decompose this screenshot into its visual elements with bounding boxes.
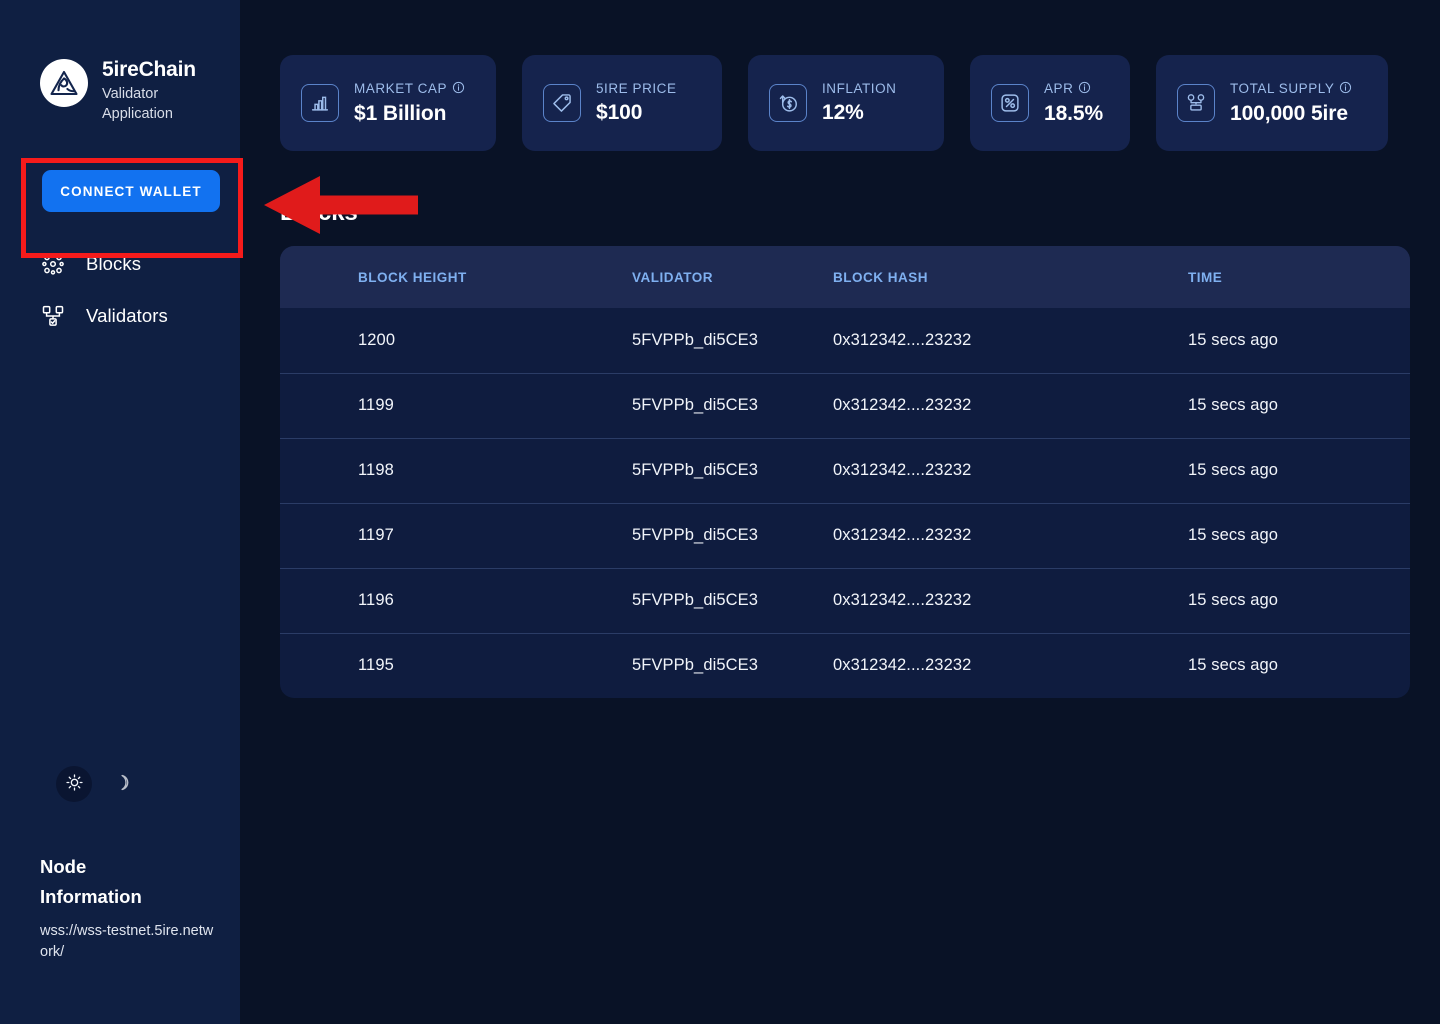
stat-label-text: MARKET CAP — [354, 81, 448, 96]
cell-block-height: 1197 — [358, 526, 394, 544]
table-row[interactable]: 1195 5FVPPb_di5CE3 0x312342....23232 15 … — [280, 633, 1410, 698]
table-row[interactable]: 1197 5FVPPb_di5CE3 0x312342....23232 15 … — [280, 503, 1410, 568]
cell-validator: 5FVPPb_di5CE3 — [632, 330, 759, 349]
cell-block-hash: 0x312342....23232 — [833, 656, 972, 675]
moon-icon — [115, 773, 134, 795]
stat-value: $100 — [596, 101, 643, 124]
stat-value: 100,000 5ire — [1230, 101, 1348, 125]
stat-card-total-supply: TOTAL SUPPLY 100,000 5ire — [1156, 55, 1388, 151]
info-icon[interactable] — [1078, 81, 1091, 97]
stats-row: MARKET CAP $1 Billion 5IRE PRICE $100 IN… — [280, 55, 1410, 151]
blocks-table-card: BLOCK HEIGHT VALIDATOR BLOCK HASH TIME 1… — [280, 246, 1410, 698]
stat-label: APR — [1044, 81, 1103, 97]
cell-block-hash: 0x312342....23232 — [833, 526, 972, 544]
column-header-time[interactable]: TIME — [1158, 246, 1410, 308]
cell-validator: 5FVPPb_di5CE3 — [632, 461, 759, 479]
brand-text: 5ireChain Validator Application — [102, 56, 212, 124]
brand: 5ireChain Validator Application — [0, 0, 240, 124]
column-header-block-height[interactable]: BLOCK HEIGHT — [280, 246, 555, 308]
cell-block-hash: 0x312342....23232 — [833, 330, 972, 349]
column-header-block-hash[interactable]: BLOCK HASH — [803, 246, 1158, 308]
cell-block-height: 1198 — [358, 461, 394, 479]
cell-time: 15 secs ago — [1188, 591, 1279, 609]
cell-time: 15 secs ago — [1188, 526, 1279, 544]
sidebar-item-validators[interactable]: Validators — [0, 290, 240, 342]
stat-texts: APR 18.5% — [1044, 81, 1103, 126]
node-information-url: wss://wss-testnet.5ire.network/ — [40, 923, 214, 961]
stat-label: 5IRE PRICE — [596, 81, 677, 96]
cell-block-height: 1196 — [358, 591, 394, 609]
stat-texts: TOTAL SUPPLY 100,000 5ire — [1230, 81, 1352, 126]
stat-label-text: 5IRE PRICE — [596, 81, 677, 96]
stat-label: INFLATION — [822, 81, 896, 96]
cell-validator: 5FVPPb_di5CE3 — [632, 656, 759, 675]
sidebar-nav: Blocks Validators — [0, 238, 240, 342]
cell-block-height: 1200 — [358, 330, 396, 349]
blocks-table: BLOCK HEIGHT VALIDATOR BLOCK HASH TIME 1… — [280, 246, 1410, 698]
validators-network-icon — [40, 303, 66, 329]
cell-block-height: 1195 — [358, 656, 394, 675]
cell-time: 15 secs ago — [1188, 656, 1279, 675]
sun-icon — [65, 773, 84, 795]
stat-texts: INFLATION 12% — [822, 81, 896, 125]
cell-block-hash: 0x312342....23232 — [833, 461, 972, 479]
stat-texts: 5IRE PRICE $100 — [596, 81, 677, 125]
sidebar-item-label: Blocks — [86, 253, 142, 275]
table-header-row: BLOCK HEIGHT VALIDATOR BLOCK HASH TIME — [280, 246, 1410, 308]
cell-block-hash: 0x312342....23232 — [833, 396, 972, 414]
bar-chart-icon — [301, 84, 339, 122]
main-content: MARKET CAP $1 Billion 5IRE PRICE $100 IN… — [240, 0, 1440, 1024]
stat-label: TOTAL SUPPLY — [1230, 81, 1352, 97]
cell-time: 15 secs ago — [1188, 330, 1279, 349]
stat-label: MARKET CAP — [354, 81, 465, 97]
stat-card-inflation: INFLATION 12% — [748, 55, 944, 151]
sidebar: 5ireChain Validator Application CONNECT … — [0, 0, 240, 1024]
brand-title: 5ireChain — [102, 58, 196, 81]
wallet-zone: CONNECT WALLET — [0, 124, 240, 213]
stat-card-market-cap: MARKET CAP $1 Billion — [280, 55, 496, 151]
stat-label-text: APR — [1044, 81, 1074, 96]
cell-block-height: 1199 — [358, 396, 394, 414]
sidebar-item-label: Validators — [86, 305, 168, 327]
price-tag-icon — [543, 84, 581, 122]
stat-card-apr: APR 18.5% — [970, 55, 1130, 151]
cell-validator: 5FVPPb_di5CE3 — [632, 526, 759, 544]
cell-time: 15 secs ago — [1188, 461, 1279, 479]
5ire-triangle-logo-icon — [40, 59, 88, 107]
moon-icon-button[interactable] — [106, 766, 142, 802]
table-row[interactable]: 1199 5FVPPb_di5CE3 0x312342....23232 15 … — [280, 373, 1410, 438]
cell-block-hash: 0x312342....23232 — [833, 591, 972, 609]
cell-validator: 5FVPPb_di5CE3 — [632, 591, 759, 609]
page-title: Blocks — [280, 199, 358, 226]
info-icon[interactable] — [452, 81, 465, 97]
table-row[interactable]: 1196 5FVPPb_di5CE3 0x312342....23232 15 … — [280, 568, 1410, 633]
stat-value: $1 Billion — [354, 101, 447, 125]
stat-value: 18.5% — [1044, 101, 1104, 125]
sun-icon-button[interactable] — [56, 766, 92, 802]
theme-toggle — [56, 766, 142, 802]
blocks-cluster-icon — [40, 251, 66, 277]
info-icon[interactable] — [1339, 81, 1352, 97]
cell-time: 15 secs ago — [1188, 396, 1279, 414]
table-row[interactable]: 1200 5FVPPb_di5CE3 0x312342....23232 15 … — [280, 308, 1410, 373]
connect-wallet-button[interactable]: CONNECT WALLET — [42, 170, 220, 213]
column-header-validator[interactable]: VALIDATOR — [555, 246, 803, 308]
sidebar-item-blocks[interactable]: Blocks — [0, 238, 240, 290]
table-row[interactable]: 1198 5FVPPb_di5CE3 0x312342....23232 15 … — [280, 438, 1410, 503]
stat-texts: MARKET CAP $1 Billion — [354, 81, 465, 126]
app-root: 5ireChain Validator Application CONNECT … — [0, 0, 1440, 1024]
blocks-table-body: 1200 5FVPPb_di5CE3 0x312342....23232 15 … — [280, 308, 1410, 698]
node-information-title: Node Information — [40, 856, 142, 907]
percent-icon — [991, 84, 1029, 122]
blocks-table-head: BLOCK HEIGHT VALIDATOR BLOCK HASH TIME — [280, 246, 1410, 308]
inflation-dollar-icon — [769, 84, 807, 122]
stat-card-5ire-price: 5IRE PRICE $100 — [522, 55, 722, 151]
brand-subtitle: Validator Application — [102, 86, 173, 122]
stat-label-text: TOTAL SUPPLY — [1230, 81, 1335, 96]
stat-label-text: INFLATION — [822, 81, 897, 96]
supply-network-icon — [1177, 84, 1215, 122]
node-information: Node Information wss://wss-testnet.5ire.… — [40, 852, 220, 963]
cell-validator: 5FVPPb_di5CE3 — [632, 396, 759, 414]
stat-value: 12% — [822, 101, 864, 124]
